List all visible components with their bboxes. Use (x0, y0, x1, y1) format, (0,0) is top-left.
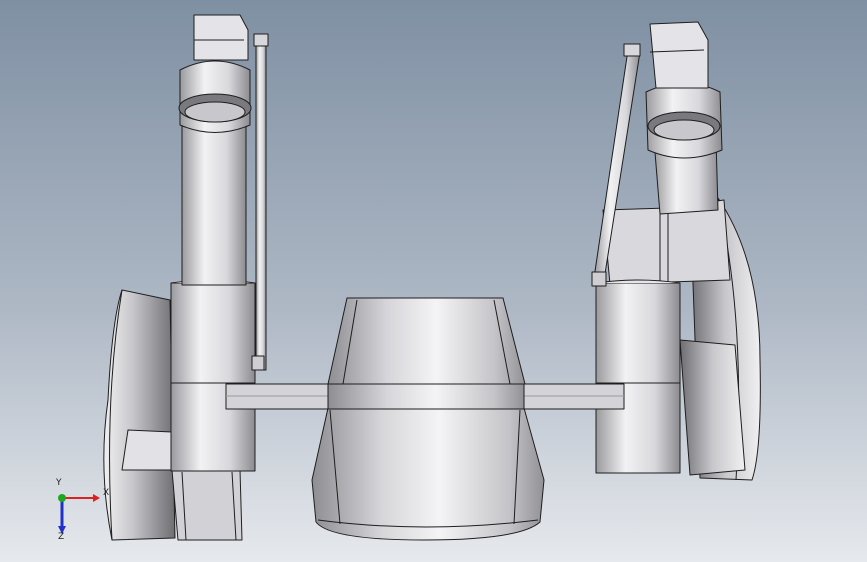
left-robot-arm[interactable] (103, 14, 269, 541)
z-axis-label: Z (58, 532, 65, 542)
y-axis-dot (58, 494, 66, 502)
right-robot-arm[interactable] (591, 21, 761, 481)
y-axis-label: Y (56, 478, 62, 488)
x-axis-label: X (103, 488, 110, 498)
graphics-viewport[interactable]: X Y Z (0, 0, 867, 562)
ladle-body[interactable] (311, 297, 545, 541)
coordinate-triad: X Y Z (48, 478, 112, 546)
model-scene[interactable] (0, 0, 867, 562)
x-axis-head (93, 494, 100, 502)
